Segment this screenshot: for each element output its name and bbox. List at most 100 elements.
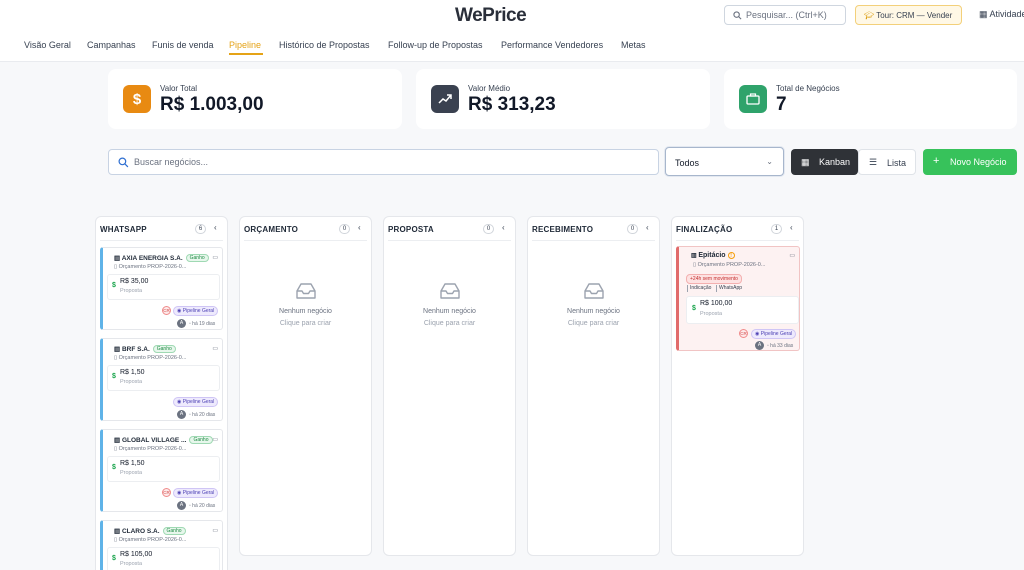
column-title: WHATSAPP — [100, 225, 147, 234]
column-title: RECEBIMENTO — [532, 225, 594, 234]
chevron-left-icon[interactable]: ‹ — [790, 223, 793, 232]
comment-icon[interactable]: ▭ — [789, 252, 795, 259]
kanban-view-button[interactable]: ▦ Kanban — [791, 149, 858, 175]
new-deal-button[interactable]: + Novo Negócio — [923, 149, 1017, 175]
deal-card[interactable]: ▥ BRF S.A. Ganho ▭ ▯ Orçamento PROP-2026-… — [100, 338, 223, 421]
novo-label: Novo Negócio — [950, 157, 1007, 167]
deal-orcamento: ▯ Orçamento PROP-2026-0... — [114, 264, 187, 270]
calendar-icon: ▦ — [979, 9, 988, 19]
deal-stage: Proposta — [120, 470, 143, 476]
column-divider — [388, 240, 511, 241]
graduation-cap-icon: 🎓︎ — [864, 11, 875, 20]
nav-item-pipeline[interactable]: Pipeline — [229, 40, 261, 50]
deal-value: R$ 1,50 — [120, 369, 145, 376]
list-view-button[interactable]: ☰ Lista — [858, 149, 916, 175]
dollar-icon: $ — [692, 305, 696, 312]
deal-stage: Proposta — [700, 311, 723, 317]
nav-item-historico[interactable]: Histórico de Propostas — [279, 40, 370, 50]
column-title: ORÇAMENTO — [244, 225, 299, 234]
tour-label: Tour: CRM — Vender — [876, 11, 953, 20]
deal-orcamento: ▯ Orçamento PROP-2026-0... — [114, 537, 187, 543]
inbox-icon — [296, 283, 316, 299]
deal-card[interactable]: ▥ GLOBAL VILLAGE ... Ganho ▭ ▯ Orçamento … — [100, 429, 223, 512]
stat-value: 7 — [776, 94, 787, 115]
building-icon: ▥ — [114, 437, 122, 444]
stat-valor-total: $ Valor Total R$ 1.003,00 — [108, 69, 402, 129]
inbox-icon — [440, 283, 460, 299]
stat-value: R$ 313,23 — [468, 94, 556, 115]
inbox-icon — [584, 283, 604, 299]
filter-select[interactable]: Todos ⌄ — [665, 147, 784, 176]
nav-item-funis[interactable]: Funis de venda — [152, 40, 214, 50]
avatar: A — [755, 341, 764, 350]
filter-value: Todos — [675, 158, 700, 168]
alert-icon: ! — [727, 252, 735, 259]
chevron-left-icon[interactable]: ‹ — [502, 223, 505, 232]
deal-card[interactable]: ▥ CLARO S.A. Ganho ▭ ▯ Orçamento PROP-202… — [100, 520, 223, 570]
empty-subtitle: Clique para criar — [279, 320, 332, 327]
pipeline-badge: ◉ Pipeline Geral — [173, 488, 219, 498]
chevron-left-icon[interactable]: ‹ — [214, 223, 217, 232]
building-icon: ▥ — [114, 255, 122, 262]
deal-value-box: $ R$ 1,50 Proposta — [107, 365, 220, 391]
deals-search-placeholder: Buscar negócios... — [134, 157, 209, 167]
atividades-button[interactable]: ▦ Atividades — [979, 9, 1024, 20]
tour-button[interactable]: 🎓︎ Tour: CRM — Vender — [855, 5, 962, 25]
chevron-left-icon[interactable]: ‹ — [646, 223, 649, 232]
deal-stage: Proposta — [120, 288, 143, 294]
nav-item-campanhas[interactable]: Campanhas — [87, 40, 136, 50]
tag-whatsapp: WhatsApp — [719, 285, 743, 291]
deal-value: R$ 1,50 — [120, 460, 145, 467]
deal-value-box: $ R$ 1,50 Proposta — [107, 456, 220, 482]
stale-alert-badge: +24h sem movimento — [686, 274, 742, 284]
deals-search-input[interactable]: Buscar negócios... — [108, 149, 659, 175]
status-badge: Ganho — [189, 436, 213, 444]
briefcase-icon — [739, 85, 767, 113]
nav-item-visao-geral[interactable]: Visão Geral — [24, 40, 71, 50]
pipeline-badge: ◉ Pipeline Geral — [173, 306, 219, 316]
empty-title: Nenhum negócio — [567, 308, 620, 315]
deal-orcamento: ▯ Orçamento PROP-2026-0... — [114, 355, 187, 361]
building-icon: ▥ — [114, 528, 122, 535]
column-divider — [676, 240, 799, 241]
deal-name: ▥ CLARO S.A. Ganho — [114, 527, 186, 535]
empty-subtitle: Clique para criar — [423, 320, 476, 327]
deal-name: ▥ Epitácio! — [691, 252, 735, 259]
comment-icon[interactable]: ▭ — [212, 527, 218, 534]
empty-subtitle: Clique para criar — [567, 320, 620, 327]
column-orcamento[interactable]: ORÇAMENTO 0 ‹ Nenhum negócio Clique para… — [239, 216, 372, 556]
comment-icon[interactable]: ▭ — [212, 345, 218, 352]
stat-label: Valor Total — [160, 84, 198, 93]
dollar-icon: $ — [112, 373, 116, 380]
nav-item-followup[interactable]: Follow-up de Propostas — [388, 40, 483, 50]
deal-name: ▥ AXIA ENERGIA S.A. Ganho — [114, 254, 209, 262]
plus-icon: + — [933, 155, 940, 167]
stat-total-negocios: Total de Negócios 7 — [724, 69, 1017, 129]
avatar: A — [177, 410, 186, 419]
column-recebimento[interactable]: RECEBIMENTO 0 ‹ Nenhum negócio Clique pa… — [527, 216, 660, 556]
nav-item-metas[interactable]: Metas — [621, 40, 646, 50]
deal-card[interactable]: ▥ AXIA ENERGIA S.A. Ganho ▭ ▯ Orçamento P… — [100, 247, 223, 330]
crm-badge: CR — [162, 306, 171, 315]
deal-value-box: $ R$ 35,00 Proposta — [107, 274, 220, 300]
building-icon: ▥ — [114, 346, 122, 353]
nav-item-performance[interactable]: Performance Vendedores — [501, 40, 603, 50]
stat-value: R$ 1.003,00 — [160, 94, 264, 115]
column-count: 0 — [627, 224, 638, 234]
status-badge: Ganho — [162, 527, 186, 535]
grid-icon: ▦ — [801, 157, 810, 167]
global-search-placeholder: Pesquisar... (Ctrl+K) — [746, 10, 827, 20]
comment-icon[interactable]: ▭ — [212, 254, 218, 261]
column-proposta[interactable]: PROPOSTA 0 ‹ Nenhum negócio Clique para … — [383, 216, 516, 556]
column-whatsapp: WHATSAPP 6 ‹ ▥ AXIA ENERGIA S.A. Ganho ▭ … — [95, 216, 228, 570]
column-divider — [100, 240, 223, 241]
deal-card[interactable]: ▥ Epitácio! ▭ ▯ Orçamento PROP-2026-0...… — [676, 246, 800, 351]
status-badge: Ganho — [152, 345, 176, 353]
tag-divider — [716, 285, 717, 292]
deal-time: ▫ há 20 dias — [189, 503, 216, 509]
comment-icon[interactable]: ▭ — [212, 436, 218, 443]
chevron-left-icon[interactable]: ‹ — [358, 223, 361, 232]
global-search[interactable]: Pesquisar... (Ctrl+K) — [724, 5, 846, 25]
top-header: WePrice Pesquisar... (Ctrl+K) 🎓︎ Tour: C… — [0, 0, 1024, 62]
column-title: FINALIZAÇÃO — [676, 225, 733, 234]
